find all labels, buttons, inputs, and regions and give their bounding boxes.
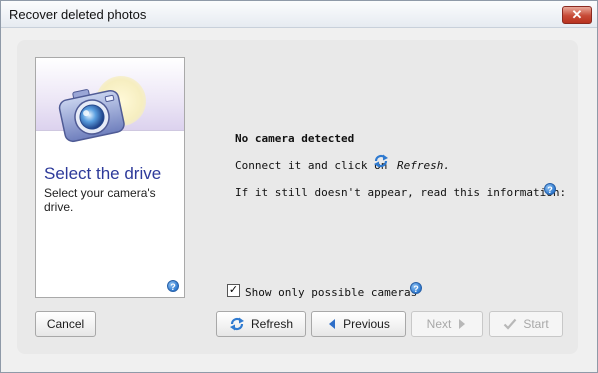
- cancel-label: Cancel: [46, 317, 85, 331]
- arrow-left-icon: [329, 319, 336, 329]
- start-label: Start: [523, 317, 549, 331]
- filter-help-icon[interactable]: ?: [410, 282, 422, 294]
- show-cameras-label[interactable]: Show only possible cameras: [245, 286, 417, 299]
- refresh-label: Refresh: [250, 317, 294, 331]
- next-label: Next: [426, 317, 452, 331]
- previous-label: Previous: [343, 317, 390, 331]
- info-text: If it still doesn't appear, read this in…: [235, 186, 567, 199]
- refresh-icon: [229, 317, 244, 331]
- start-button[interactable]: Start: [489, 311, 563, 337]
- refresh-icon: [374, 154, 388, 168]
- title-bar: Recover deleted photos ✕: [1, 1, 597, 28]
- camera-icon: [58, 89, 125, 143]
- step-subtitle: Select your camera's drive.: [44, 186, 156, 214]
- instruction-text: Connect it and click on: [235, 159, 388, 172]
- arrow-right-icon: [459, 319, 466, 329]
- next-button[interactable]: Next: [411, 311, 483, 337]
- info-help-icon[interactable]: ?: [544, 183, 556, 195]
- status-title: No camera detected: [235, 132, 355, 145]
- refresh-button[interactable]: Refresh: [216, 311, 306, 337]
- refresh-link[interactable]: Refresh.: [397, 159, 450, 172]
- window-title: Recover deleted photos: [9, 7, 147, 22]
- close-button[interactable]: ✕: [562, 6, 592, 24]
- previous-button[interactable]: Previous: [311, 311, 406, 337]
- cancel-button[interactable]: Cancel: [35, 311, 96, 337]
- step-title: Select the drive: [44, 164, 162, 183]
- checkmark-icon: [504, 318, 517, 330]
- card-help-icon[interactable]: ?: [167, 280, 179, 292]
- step-card: Select the drive Select your camera's dr…: [35, 57, 185, 298]
- show-cameras-checkbox[interactable]: ✓: [227, 284, 240, 297]
